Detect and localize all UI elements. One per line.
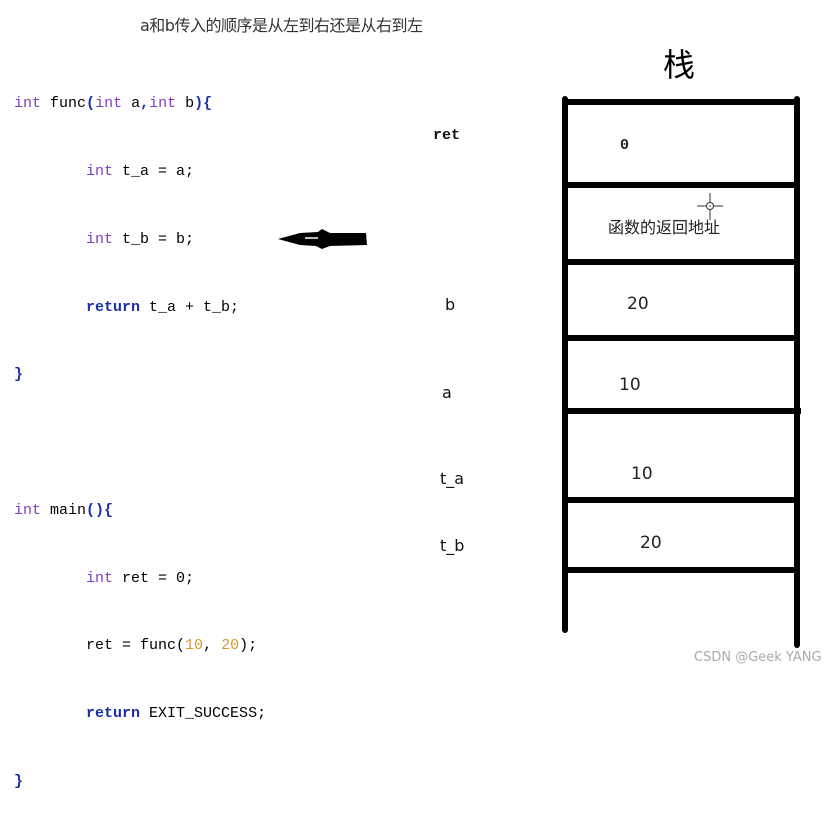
frame-label-b: b <box>445 295 456 314</box>
stack-title: 栈 <box>663 46 696 84</box>
closing-brace: } <box>14 773 24 790</box>
frame-value-ret: 0 <box>620 137 630 154</box>
frame-value-t_a: 10 <box>631 464 653 484</box>
code-line: return EXIT_SUCCESS; <box>14 703 266 726</box>
statement: EXIT_SUCCESS; <box>149 705 267 723</box>
frame-value-b: 20 <box>627 294 649 314</box>
frame-value-t_b: 20 <box>640 533 662 553</box>
return-keyword: return <box>86 705 141 723</box>
frame-label-ret: ret <box>433 127 461 144</box>
frame-label-t_a: t_a <box>440 469 465 488</box>
frame-value-a: 10 <box>619 375 641 395</box>
frame-label-a: a <box>442 383 452 402</box>
stack-diagram <box>278 96 801 648</box>
watermark: CSDN @Geek YANG <box>694 650 822 665</box>
arrow-icon <box>278 229 367 249</box>
frame-value-return-address: 函数的返回地址 <box>608 218 721 237</box>
frame-label-t_b: t_b <box>440 536 465 555</box>
